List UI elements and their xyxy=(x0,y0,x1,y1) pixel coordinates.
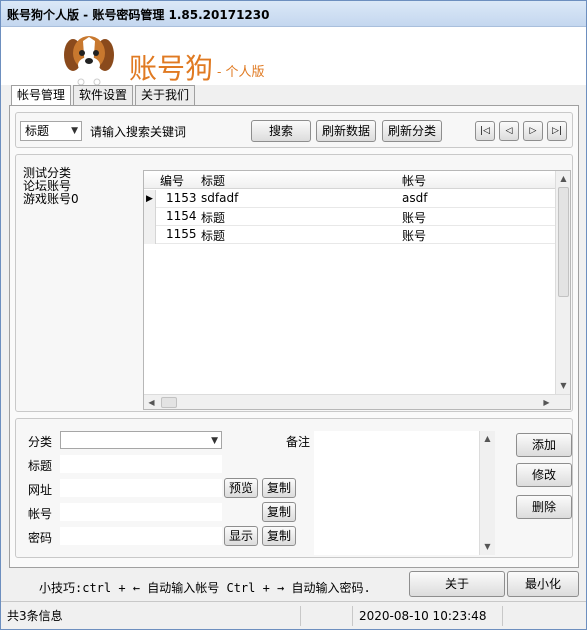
title-bar[interactable]: 账号狗个人版 - 账号密码管理 1.85.20171230 xyxy=(1,1,586,27)
record-count: 共3条信息 xyxy=(1,606,301,626)
scroll-up-icon[interactable]: ▲ xyxy=(556,171,570,186)
table-row[interactable]: ▶ 1153 sdfadf asdf xyxy=(144,190,556,208)
account-label: 帐号 xyxy=(28,507,53,521)
account-panel: 标题 ▼ 请输入搜索关键词 搜索 刷新数据 刷新分类 |◁ ◁ ▷ ▷| 测试分… xyxy=(9,105,579,568)
tab-about-us[interactable]: 关于我们 xyxy=(135,85,196,105)
about-button[interactable]: 关于 xyxy=(409,571,505,597)
cell-account: 账号 xyxy=(402,229,427,243)
search-field-select[interactable]: 标题 ▼ xyxy=(20,121,82,141)
current-row-indicator-icon: ▶ xyxy=(144,190,156,208)
chevron-down-icon: ▼ xyxy=(71,126,78,136)
notes-scrollbar[interactable]: ▲ ▼ xyxy=(479,431,495,555)
scroll-thumb[interactable] xyxy=(161,397,177,408)
app-window: 账号狗个人版 - 账号密码管理 1.85.20171230 账号狗 - 个人版 … xyxy=(0,0,587,630)
column-header-id[interactable]: 编号 xyxy=(160,172,184,189)
search-field-value: 标题 xyxy=(25,124,50,138)
scroll-right-icon[interactable]: ▶ xyxy=(539,395,554,409)
window-title: 账号狗个人版 - 账号密码管理 1.85.20171230 xyxy=(7,8,270,22)
category-select[interactable]: ▼ xyxy=(60,431,222,449)
account-table: 编号 标题 帐号 ▶ 1153 sdfadf asdf 1154 标题 账号 1… xyxy=(143,170,571,410)
copy-account-button[interactable]: 复制 xyxy=(262,502,296,522)
cell-account: asdf xyxy=(402,191,428,205)
detail-group: 分类 ▼ 标题 网址 预览 复制 帐号 复制 密码 显示 复制 备注 ▲ ▼ 添… xyxy=(15,418,573,558)
cell-title: 标题 xyxy=(201,229,226,243)
title-label: 标题 xyxy=(28,459,53,473)
tab-bar: 帐号管理 软件设置 关于我们 xyxy=(11,85,197,106)
search-input[interactable]: 请输入搜索关键词 xyxy=(90,123,240,140)
edit-button[interactable]: 修改 xyxy=(516,463,572,487)
category-list[interactable]: 测试分类 论坛账号 游戏账号0 xyxy=(20,167,144,407)
table-vertical-scrollbar[interactable]: ▲ ▼ xyxy=(555,171,570,394)
table-header: 编号 标题 帐号 xyxy=(144,171,556,189)
status-bar: 共3条信息 2020-08-10 10:23:48 xyxy=(1,601,586,629)
list-item[interactable]: 游戏账号0 xyxy=(20,193,144,206)
tab-software-settings[interactable]: 软件设置 xyxy=(73,85,134,105)
column-header-title[interactable]: 标题 xyxy=(201,172,225,189)
scroll-down-icon[interactable]: ▼ xyxy=(556,378,570,393)
show-password-button[interactable]: 显示 xyxy=(224,526,258,546)
refresh-category-button[interactable]: 刷新分类 xyxy=(382,120,442,142)
tip-text: 小技巧:ctrl + ← 自动输入帐号 Ctrl + → 自动输入密码. xyxy=(39,581,371,595)
cell-id: 1154 xyxy=(166,209,197,223)
chevron-down-icon: ▼ xyxy=(211,436,218,446)
status-blank xyxy=(301,606,353,626)
delete-button[interactable]: 删除 xyxy=(516,495,572,519)
cell-title: sdfadf xyxy=(201,191,239,205)
search-group: 标题 ▼ 请输入搜索关键词 搜索 刷新数据 刷新分类 |◁ ◁ ▷ ▷| xyxy=(15,112,573,148)
tab-account-management[interactable]: 帐号管理 xyxy=(11,85,72,106)
status-datetime: 2020-08-10 10:23:48 xyxy=(353,606,503,626)
notes-textarea[interactable] xyxy=(314,431,494,555)
list-group: 测试分类 论坛账号 游戏账号0 编号 标题 帐号 ▶ 1153 sdfadf a… xyxy=(15,154,573,412)
dog-logo-icon xyxy=(64,36,114,85)
scroll-left-icon[interactable]: ◀ xyxy=(144,395,159,409)
cell-id: 1155 xyxy=(166,227,197,241)
copy-url-button[interactable]: 复制 xyxy=(262,478,296,498)
scroll-thumb[interactable] xyxy=(558,187,569,297)
cell-account: 账号 xyxy=(402,211,427,225)
password-label: 密码 xyxy=(28,531,53,545)
brand-subtitle: - 个人版 xyxy=(217,65,265,80)
cell-title: 标题 xyxy=(201,211,226,225)
row-header xyxy=(144,226,156,244)
app-header: 账号狗 - 个人版 xyxy=(1,27,586,85)
account-field[interactable] xyxy=(60,503,222,521)
cell-id: 1153 xyxy=(166,191,197,205)
table-row[interactable]: 1155 标题 账号 xyxy=(144,226,556,244)
refresh-data-button[interactable]: 刷新数据 xyxy=(316,120,376,142)
column-header-account[interactable]: 帐号 xyxy=(402,172,426,189)
table-row[interactable]: 1154 标题 账号 xyxy=(144,208,556,226)
row-header xyxy=(144,208,156,226)
copy-password-button[interactable]: 复制 xyxy=(262,526,296,546)
url-field[interactable] xyxy=(60,479,222,497)
next-page-button[interactable]: ▷ xyxy=(523,121,543,141)
table-horizontal-scrollbar[interactable]: ◀ ▶ xyxy=(144,394,570,409)
url-label: 网址 xyxy=(28,483,53,497)
add-button[interactable]: 添加 xyxy=(516,433,572,457)
prev-page-button[interactable]: ◁ xyxy=(499,121,519,141)
notes-label: 备注 xyxy=(286,435,311,449)
category-label: 分类 xyxy=(28,435,53,449)
last-page-button[interactable]: ▷| xyxy=(547,121,567,141)
first-page-button[interactable]: |◁ xyxy=(475,121,495,141)
scroll-down-icon[interactable]: ▼ xyxy=(480,539,495,554)
search-button[interactable]: 搜索 xyxy=(251,120,311,142)
title-field[interactable] xyxy=(60,455,222,473)
minimize-button[interactable]: 最小化 xyxy=(507,571,579,597)
scroll-up-icon[interactable]: ▲ xyxy=(480,431,495,446)
password-field[interactable] xyxy=(60,527,222,545)
preview-button[interactable]: 预览 xyxy=(224,478,258,498)
brand-title: 账号狗 xyxy=(129,52,214,85)
